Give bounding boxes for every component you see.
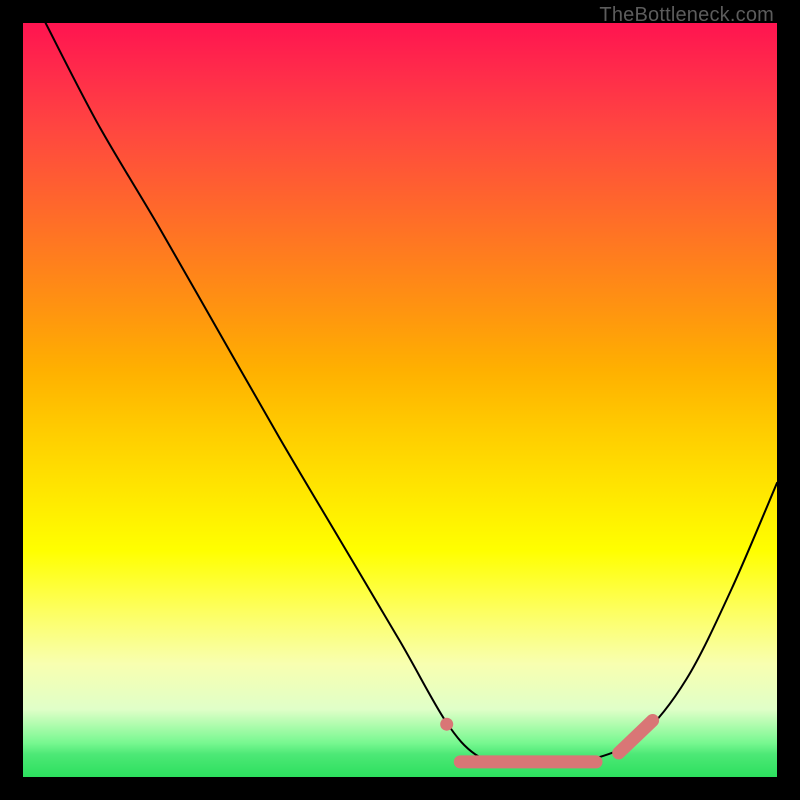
chart-frame: TheBottleneck.com [0,0,800,800]
plot-area [23,23,777,777]
highlight-markers [440,718,652,762]
curve-layer [23,23,777,777]
watermark-text: TheBottleneck.com [599,4,774,27]
bottleneck-curve [46,23,777,763]
